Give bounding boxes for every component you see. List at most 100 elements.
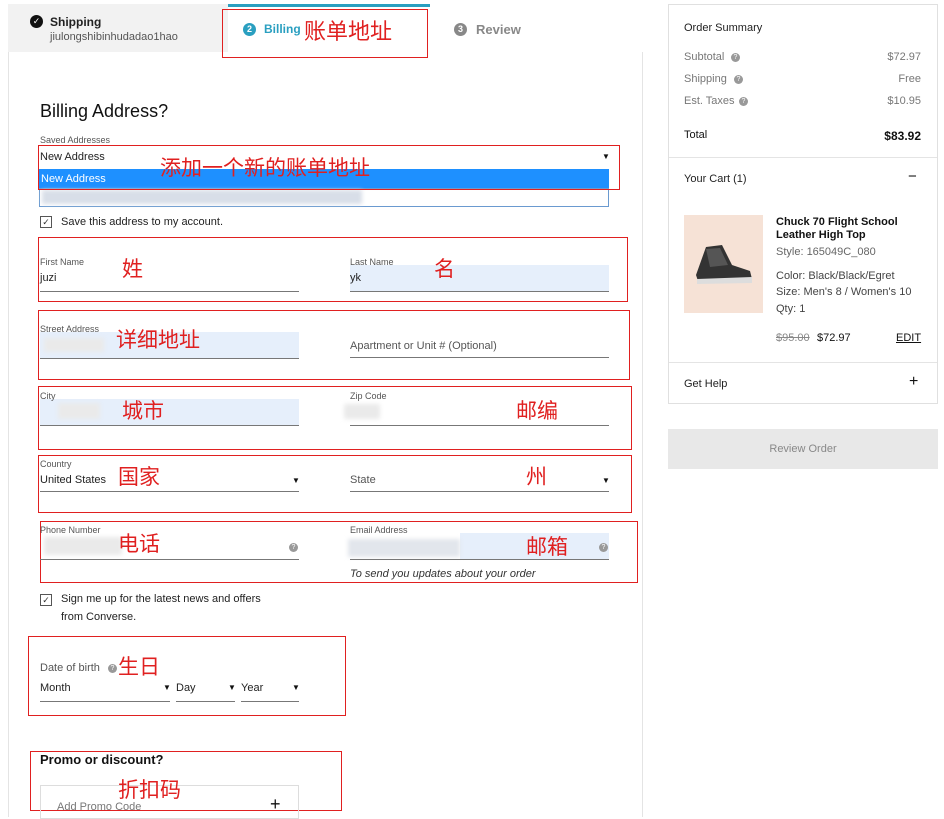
page-title: Billing Address? <box>40 101 169 121</box>
shipping-label: Shipping <box>684 73 727 85</box>
newsletter-label-line2: from Converse. <box>61 611 137 623</box>
first-name-underline <box>40 291 299 292</box>
country-annotation: 国家 <box>118 465 160 489</box>
product-qty: Qty: 1 <box>776 303 806 315</box>
state-select[interactable]: State <box>350 474 376 486</box>
promo-add-icon[interactable]: + <box>270 794 281 815</box>
promo-annotation: 折扣码 <box>118 778 181 802</box>
city-annotation: 城市 <box>122 399 164 423</box>
saved-address-annotation: 添加一个新的账单地址 <box>160 156 370 180</box>
get-help-label[interactable]: Get Help <box>684 378 727 390</box>
zip-annotation: 邮编 <box>516 399 558 423</box>
sneaker-icon <box>696 245 752 284</box>
shipping-help-icon[interactable]: ? <box>734 75 743 84</box>
product-image[interactable] <box>684 215 763 313</box>
total-value: $83.92 <box>884 129 921 143</box>
subtotal-label: Subtotal <box>684 51 725 63</box>
dob-label: Date of birth <box>40 662 100 674</box>
dob-day-underline <box>176 701 235 702</box>
state-annotation: 州 <box>526 465 547 489</box>
blurred-address-text <box>42 190 362 204</box>
dob-year-chevron-icon: ▼ <box>292 683 300 692</box>
last-name-field[interactable]: yk <box>350 272 361 284</box>
subtotal-value: $72.97 <box>887 51 921 63</box>
city-field[interactable] <box>40 404 299 422</box>
total-label: Total <box>684 129 708 141</box>
zip-field[interactable] <box>350 404 609 422</box>
product-name-line1[interactable]: Chuck 70 Flight School <box>776 216 898 228</box>
first-name-field[interactable]: juzi <box>40 272 57 284</box>
tab-billing[interactable]: Billing <box>264 22 301 36</box>
step-two-icon: 2 <box>243 23 256 36</box>
tab-shipping-title: Shipping <box>50 15 102 29</box>
phone-help-icon[interactable]: ? <box>289 543 298 552</box>
taxes-value: $10.95 <box>887 95 921 107</box>
state-underline <box>350 491 609 492</box>
cart-divider <box>669 362 937 363</box>
street-underline <box>40 358 299 359</box>
country-chevron-icon: ▼ <box>292 476 300 485</box>
product-price: $72.97 <box>817 332 851 344</box>
subtotal-help-icon[interactable]: ? <box>731 53 740 62</box>
country-underline <box>40 491 299 492</box>
first-name-label: First Name <box>40 257 85 267</box>
email-help-icon[interactable]: ? <box>599 543 608 552</box>
cart-label: Your Cart (1) <box>684 173 747 185</box>
save-address-checkbox[interactable]: ✓ <box>40 216 52 228</box>
last-name-underline <box>350 291 609 292</box>
first-name-annotation: 姓 <box>122 257 143 281</box>
dob-month-chevron-icon: ▼ <box>163 683 171 692</box>
product-style: Style: 165049C_080 <box>776 246 876 258</box>
check-icon: ✓ <box>30 15 43 28</box>
product-size: Size: Men's 8 / Women's 10 <box>776 286 912 298</box>
save-address-label: Save this address to my account. <box>61 216 224 228</box>
dob-day-chevron-icon: ▼ <box>228 683 236 692</box>
dob-month-select[interactable]: Month <box>40 682 71 694</box>
country-select[interactable]: United States <box>40 474 106 486</box>
edit-link[interactable]: EDIT <box>896 332 921 344</box>
order-summary-title: Order Summary <box>684 22 763 34</box>
country-label: Country <box>40 459 72 469</box>
taxes-help-icon[interactable]: ? <box>739 97 748 106</box>
phone-annotation: 电话 <box>118 532 160 556</box>
dob-month-underline <box>40 701 170 702</box>
review-order-button[interactable]: Review Order <box>668 429 938 469</box>
last-name-label: Last Name <box>350 257 394 267</box>
dob-day-select[interactable]: Day <box>176 682 196 694</box>
zip-label: Zip Code <box>350 391 387 401</box>
apartment-underline <box>350 357 609 358</box>
dob-help-icon[interactable]: ? <box>108 664 117 673</box>
zip-underline <box>350 425 609 426</box>
step-three-icon: 3 <box>454 23 467 36</box>
summary-divider <box>669 157 937 158</box>
product-old-price: $95.00 <box>776 332 810 344</box>
phone-field[interactable] <box>40 538 299 556</box>
shipping-value: Free <box>898 73 921 85</box>
cart-collapse-icon[interactable]: − <box>908 168 917 185</box>
last-name-annotation: 名 <box>434 257 455 281</box>
email-note: To send you updates about your order <box>350 568 536 580</box>
dob-annotation-box <box>28 636 346 716</box>
promo-title: Promo or discount? <box>40 752 164 767</box>
billing-annotation: 账单地址 <box>304 20 393 45</box>
phone-label: Phone Number <box>40 525 101 535</box>
active-tab-indicator <box>228 4 430 7</box>
last-name-fill <box>350 265 609 291</box>
dob-annotation: 生日 <box>118 655 160 679</box>
email-field[interactable] <box>350 538 609 556</box>
saved-addresses-label: Saved Addresses <box>40 135 111 145</box>
dob-year-select[interactable]: Year <box>241 682 263 694</box>
tab-shipping[interactable] <box>8 4 228 52</box>
apartment-field[interactable]: Apartment or Unit # (Optional) <box>350 340 497 352</box>
product-name-line2[interactable]: Leather High Top <box>776 229 866 241</box>
phone-underline <box>40 559 299 560</box>
product-color: Color: Black/Black/Egret <box>776 270 895 282</box>
tab-shipping-subtitle: jiulongshibinhudadao1hao <box>50 31 178 43</box>
newsletter-checkbox[interactable]: ✓ <box>40 594 52 606</box>
street-label: Street Address <box>40 324 100 334</box>
email-label: Email Address <box>350 525 408 535</box>
tab-review[interactable]: Review <box>476 22 521 37</box>
city-label: City <box>40 391 56 401</box>
get-help-expand-icon[interactable]: + <box>909 373 918 391</box>
newsletter-label-line1: Sign me up for the latest news and offer… <box>61 593 261 605</box>
